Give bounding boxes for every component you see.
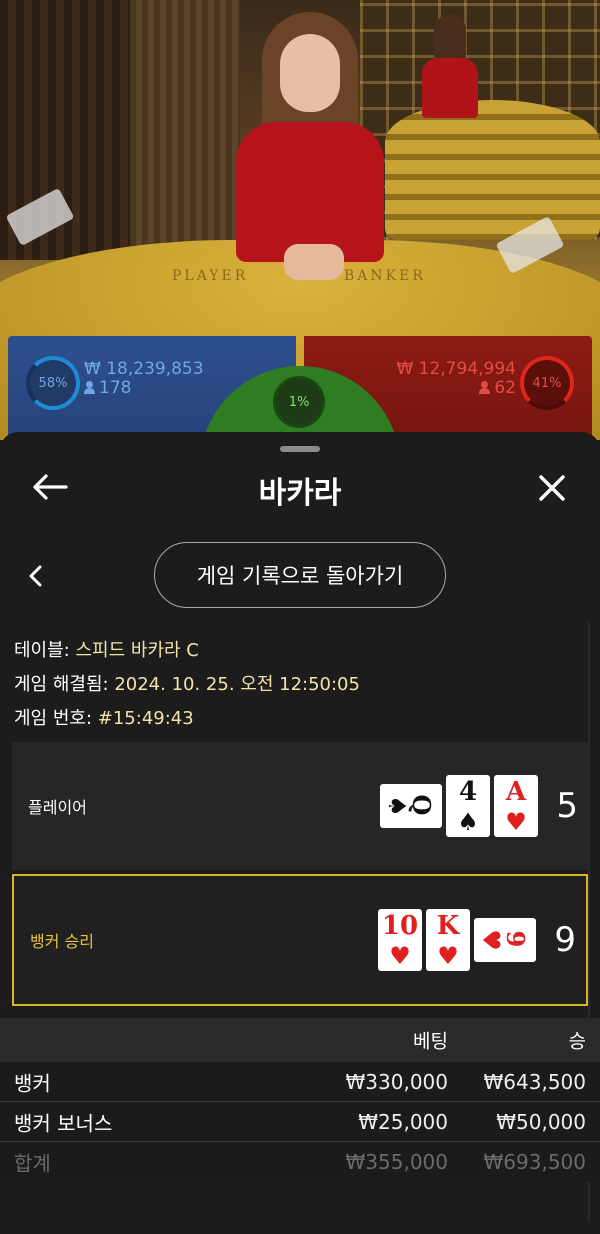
resolved-info-row: 게임 해결됨: 2024. 10. 25. 오전 12:50:05 [14, 668, 360, 702]
win-amount: ₩50,000 [496, 1109, 586, 1134]
player-count-row: 178 [84, 379, 204, 398]
dealer [228, 12, 392, 282]
background-table [385, 100, 600, 240]
background-dealer [420, 14, 480, 118]
banker-hand-row: 뱅커 승리 10 ♥ K ♥ 9 ♥ 9 [12, 874, 588, 1006]
total-bet: ₩355,000 [345, 1150, 448, 1174]
bet-amount: ₩25,000 [358, 1109, 448, 1134]
game-number-row: 게임 번호: #15:49:43 [14, 702, 360, 736]
banker-percent-ring: 41% [520, 356, 574, 410]
table-info-row: 테이블: 스피드 바카라 C [14, 634, 360, 668]
win-column-header: 승 [568, 1030, 586, 1053]
bet-name: 뱅커 [14, 1071, 51, 1095]
card-rank: K [436, 911, 460, 941]
banker-stats: ₩ 12,794,994 62 [396, 360, 516, 398]
card-suit-icon: ♥ [477, 929, 505, 951]
resolved-value: 2024. 10. 25. 오전 12:50:05 [114, 674, 360, 695]
total-label: 합계 [14, 1151, 51, 1176]
card-rank: 4 [458, 777, 478, 807]
bet-column-header: 베팅 [413, 1030, 448, 1053]
card-rank: 10 [381, 911, 419, 941]
banker-count-row: 62 [396, 379, 516, 398]
game-history-sheet: 바카라 게임 기록으로 돌아가기 테이블: 스피드 바카라 C 게임 해결됨: … [0, 432, 600, 1234]
sheet-title: 바카라 [258, 476, 342, 511]
table-row: 뱅커 ₩330,000 ₩643,500 [0, 1062, 600, 1102]
banker-hand-label: 뱅커 승리 [30, 932, 94, 951]
person-icon [479, 381, 491, 394]
player-hand-label: 플레이어 [28, 798, 87, 817]
total-row: 합계 ₩355,000 ₩693,500 [0, 1142, 600, 1182]
card-suit-icon: ♥ [389, 942, 411, 970]
bets-table: 베팅 승 뱅커 ₩330,000 ₩643,500 뱅커 보너스 ₩25,000… [0, 1018, 600, 1182]
player-card: A ♥ [494, 775, 538, 837]
banker-card: 9 ♥ [474, 918, 536, 962]
bets-table-header: 베팅 승 [0, 1018, 600, 1062]
player-stats: ₩ 18,239,853 178 [84, 360, 204, 398]
player-score: 5 [556, 786, 578, 826]
table-label: 테이블: [14, 640, 70, 661]
tie-percent: 1% [288, 394, 310, 410]
card-suit-icon: ♠ [383, 795, 411, 817]
card-rank: A [505, 777, 527, 807]
player-bet-amount: ₩ 18,239,853 [84, 359, 204, 379]
player-hand-row: 플레이어 Q ♠ 4 ♠ A ♥ 5 [12, 742, 588, 870]
person-icon [84, 381, 95, 394]
chevron-left-icon[interactable] [26, 564, 46, 588]
card-suit-icon: ♥ [437, 942, 459, 970]
total-win: ₩693,500 [483, 1150, 586, 1174]
banker-card: 10 ♥ [378, 909, 422, 971]
card-suit-icon: ♠ [457, 808, 479, 836]
resolved-label: 게임 해결됨: [14, 674, 109, 695]
table-value: 스피드 바카라 C [75, 640, 199, 661]
close-icon[interactable] [534, 470, 570, 506]
banker-bet-amount: ₩ 12,794,994 [396, 359, 516, 379]
sheet-drag-handle[interactable] [280, 446, 320, 452]
player-card: Q ♠ [380, 784, 442, 828]
banker-score: 9 [554, 920, 576, 960]
table-row: 뱅커 보너스 ₩25,000 ₩50,000 [0, 1102, 600, 1142]
win-amount: ₩643,500 [483, 1069, 586, 1094]
curtain-middle [130, 0, 240, 260]
bet-amount: ₩330,000 [345, 1069, 448, 1094]
game-number-value: #15:49:43 [97, 708, 194, 729]
banker-percent: 41% [532, 375, 562, 391]
player-percent: 58% [38, 375, 68, 391]
banker-card: K ♥ [426, 909, 470, 971]
card-suit-icon: ♥ [505, 808, 527, 836]
player-percent-ring: 58% [26, 356, 80, 410]
game-number-label: 게임 번호: [14, 708, 93, 729]
back-to-history-button[interactable]: 게임 기록으로 돌아가기 [154, 542, 446, 608]
player-card: 4 ♠ [446, 775, 490, 837]
banker-cards: 10 ♥ K ♥ 9 ♥ [378, 909, 536, 971]
tie-percent-ring: 1% [273, 376, 325, 428]
player-cards: Q ♠ 4 ♠ A ♥ [380, 775, 538, 837]
banker-count: 62 [494, 378, 516, 398]
bet-name: 뱅커 보너스 [14, 1111, 113, 1135]
game-info: 테이블: 스피드 바카라 C 게임 해결됨: 2024. 10. 25. 오전 … [14, 634, 360, 736]
player-count: 178 [99, 378, 132, 398]
